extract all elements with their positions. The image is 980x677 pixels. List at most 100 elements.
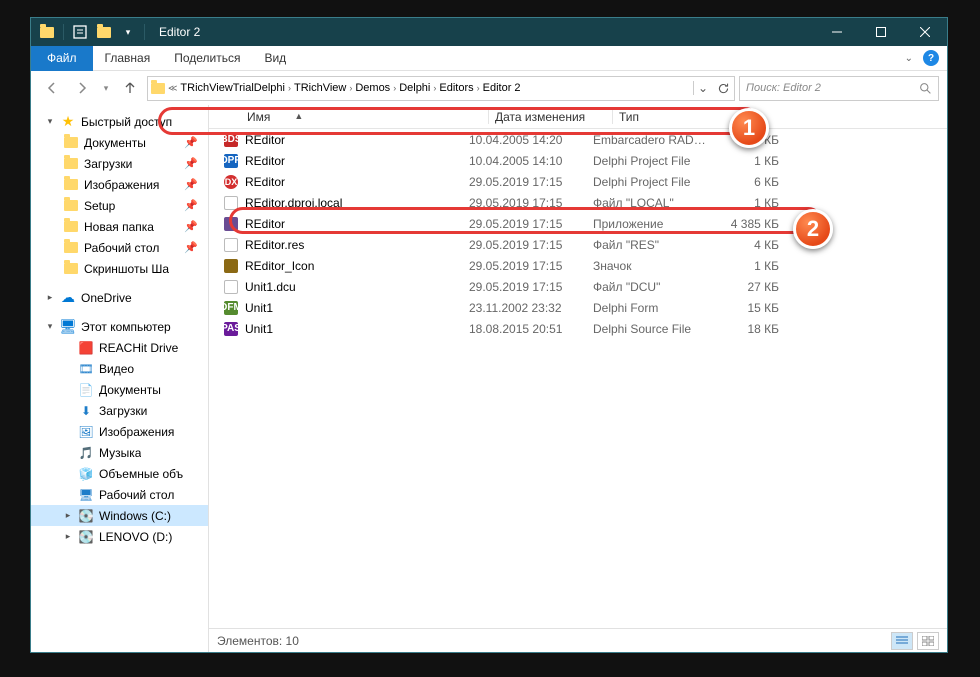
tab-file[interactable]: Файл xyxy=(31,46,93,71)
file-row[interactable]: REditor.dproj.local29.05.2019 17:15Файл … xyxy=(209,192,947,213)
sort-asc-icon: ▲ xyxy=(294,111,303,121)
breadcrumb-item[interactable]: Demos xyxy=(352,82,393,94)
file-name: REditor xyxy=(241,175,469,189)
nav-item[interactable]: Загрузки📌 xyxy=(31,153,208,174)
file-size: 18 КБ xyxy=(723,322,789,336)
view-details-button[interactable] xyxy=(891,632,913,650)
col-name[interactable]: Имя▲ xyxy=(241,110,489,124)
file-row[interactable]: BDSREditor10.04.2005 14:20Embarcadero RA… xyxy=(209,129,947,150)
nav-forward-button[interactable] xyxy=(69,75,95,101)
file-row[interactable]: DFMUnit123.11.2002 23:32Delphi Form15 КБ xyxy=(209,297,947,318)
file-icon: BDS xyxy=(221,133,241,147)
nav-item[interactable]: 🎞Видео xyxy=(31,358,208,379)
col-type[interactable]: Тип xyxy=(613,110,743,124)
nav-item[interactable]: ▸💽LENOVO (D:) xyxy=(31,526,208,547)
file-size: 1 КБ xyxy=(723,196,789,210)
properties-icon[interactable] xyxy=(72,24,88,40)
file-icon: DX xyxy=(221,175,241,189)
file-name: Unit1.dcu xyxy=(241,280,469,294)
file-icon: DPR xyxy=(221,154,241,168)
view-icons-button[interactable] xyxy=(917,632,939,650)
nav-item[interactable]: Новая папка📌 xyxy=(31,216,208,237)
folder-icon xyxy=(63,240,79,256)
search-input[interactable]: Поиск: Editor 2 xyxy=(739,76,939,101)
breadcrumb-item[interactable]: Editors xyxy=(436,82,476,94)
file-row[interactable]: DPRREditor10.04.2005 14:10Delphi Project… xyxy=(209,150,947,171)
nav-item[interactable]: Рабочий стол📌 xyxy=(31,237,208,258)
help-icon[interactable]: ? xyxy=(923,50,939,66)
ribbon: Файл Главная Поделиться Вид ⌄ ? xyxy=(31,46,947,71)
maximize-button[interactable] xyxy=(859,18,903,46)
breadcrumb-item[interactable]: TRichViewTrialDelphi xyxy=(177,82,288,94)
nav-item[interactable]: 🎵Музыка xyxy=(31,442,208,463)
nav-back-button[interactable] xyxy=(39,75,65,101)
folder-icon xyxy=(63,219,79,235)
breadcrumb-item[interactable]: Delphi xyxy=(396,82,433,94)
nav-item[interactable]: Скриншоты Ша xyxy=(31,258,208,279)
file-icon xyxy=(221,238,241,252)
pin-icon: 📌 xyxy=(184,157,198,170)
file-row[interactable]: PASUnit118.08.2015 20:51Delphi Source Fi… xyxy=(209,318,947,339)
cloud-icon: ☁ xyxy=(60,290,76,306)
breadcrumb-item[interactable]: TRichView xyxy=(291,82,349,94)
file-name: Unit1 xyxy=(241,301,469,315)
tab-share[interactable]: Поделиться xyxy=(162,46,252,71)
address-bar[interactable]: ≪ TRichViewTrialDelphi›TRichView›Demos›D… xyxy=(147,76,735,101)
file-row[interactable]: DXREditor29.05.2019 17:15Delphi Project … xyxy=(209,171,947,192)
file-row[interactable]: REditor.res29.05.2019 17:15Файл "RES"4 К… xyxy=(209,234,947,255)
nav-recent-button[interactable]: ▾ xyxy=(99,75,113,101)
file-date: 29.05.2019 17:15 xyxy=(469,196,593,210)
nav-quick-access[interactable]: ▾★Быстрый доступ xyxy=(31,111,208,132)
file-size: 4 КБ xyxy=(723,238,789,252)
newfolder-icon[interactable] xyxy=(96,24,112,40)
annotation-badge-2: 2 xyxy=(793,209,833,249)
nav-item[interactable]: 🟥REACHit Drive xyxy=(31,337,208,358)
nav-item[interactable]: 📄Документы xyxy=(31,379,208,400)
pin-icon: 📌 xyxy=(184,199,198,212)
nav-item-icon: 🖥 xyxy=(78,487,94,503)
file-type: Файл "RES" xyxy=(593,238,723,252)
titlebar: ▾ Editor 2 xyxy=(31,18,947,46)
nav-item-icon: 🖼 xyxy=(78,424,94,440)
expand-ribbon-icon[interactable]: ⌄ xyxy=(905,53,913,64)
nav-item[interactable]: 🧊Объемные объ xyxy=(31,463,208,484)
file-row[interactable]: Unit1.dcu29.05.2019 17:15Файл "DCU"27 КБ xyxy=(209,276,947,297)
file-date: 29.05.2019 17:15 xyxy=(469,280,593,294)
nav-onedrive[interactable]: ▸☁OneDrive xyxy=(31,287,208,308)
folder-icon xyxy=(39,24,55,40)
folder-icon xyxy=(63,261,79,277)
file-size: 1 КБ xyxy=(723,154,789,168)
address-dropdown-icon[interactable]: ⌄ xyxy=(694,81,712,95)
breadcrumb-item[interactable]: Editor 2 xyxy=(480,82,524,94)
nav-item[interactable]: Изображения📌 xyxy=(31,174,208,195)
nav-item[interactable]: 🖼Изображения xyxy=(31,421,208,442)
nav-pane: ▾★Быстрый доступ Документы📌Загрузки📌Изоб… xyxy=(31,105,209,652)
pin-icon: 📌 xyxy=(184,178,198,191)
file-name: REditor xyxy=(241,154,469,168)
nav-item-icon: 💽 xyxy=(78,508,94,524)
tab-home[interactable]: Главная xyxy=(93,46,163,71)
file-size: 1 КБ xyxy=(723,259,789,273)
nav-item[interactable]: ▸💽Windows (C:) xyxy=(31,505,208,526)
nav-item[interactable]: Документы📌 xyxy=(31,132,208,153)
nav-item[interactable]: ⬇Загрузки xyxy=(31,400,208,421)
nav-up-button[interactable] xyxy=(117,75,143,101)
nav-this-pc[interactable]: ▾🖥Этот компьютер xyxy=(31,316,208,337)
file-type: Delphi Project File xyxy=(593,154,723,168)
file-name: REditor xyxy=(241,133,469,147)
file-icon xyxy=(221,196,241,210)
annotation-badge-1: 1 xyxy=(729,108,769,148)
file-row[interactable]: REditor29.05.2019 17:15Приложение4 385 К… xyxy=(209,213,947,234)
close-button[interactable] xyxy=(903,18,947,46)
file-row[interactable]: REditor_Icon29.05.2019 17:15Значок1 КБ xyxy=(209,255,947,276)
tab-view[interactable]: Вид xyxy=(252,46,298,71)
nav-item[interactable]: 🖥Рабочий стол xyxy=(31,484,208,505)
nav-item-icon: 🟥 xyxy=(78,340,94,356)
col-date[interactable]: Дата изменения xyxy=(489,110,613,124)
file-type: Delphi Form xyxy=(593,301,723,315)
nav-item[interactable]: Setup📌 xyxy=(31,195,208,216)
file-name: REditor xyxy=(241,217,469,231)
minimize-button[interactable] xyxy=(815,18,859,46)
refresh-icon[interactable] xyxy=(712,82,734,95)
qat-chevron-icon[interactable]: ▾ xyxy=(120,24,136,40)
